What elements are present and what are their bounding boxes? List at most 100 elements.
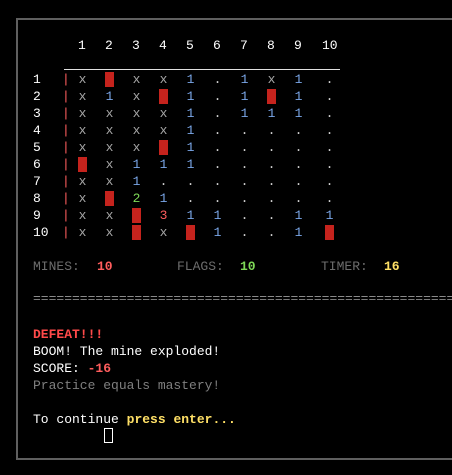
- flag-cell[interactable]: [105, 191, 114, 206]
- board-cell[interactable]: x: [105, 225, 114, 240]
- board-cell[interactable]: x: [78, 225, 87, 240]
- board-cell[interactable]: x: [132, 89, 141, 104]
- board-cell[interactable]: .: [294, 191, 303, 206]
- board-cell[interactable]: 1: [240, 89, 249, 104]
- board-cell[interactable]: x: [132, 72, 141, 87]
- board-cell[interactable]: x: [159, 106, 168, 121]
- board-cell[interactable]: 1: [186, 157, 195, 172]
- board-cell[interactable]: .: [325, 89, 334, 104]
- board-cell[interactable]: .: [294, 140, 303, 155]
- board-cell[interactable]: x: [159, 225, 168, 240]
- flag-cell[interactable]: [78, 157, 87, 172]
- board-cell[interactable]: x: [159, 72, 168, 87]
- board-cell[interactable]: .: [325, 123, 334, 138]
- board-cell[interactable]: x: [105, 208, 114, 223]
- flag-cell[interactable]: [267, 89, 276, 104]
- board-cell[interactable]: 1: [294, 72, 303, 87]
- flag-cell[interactable]: [132, 208, 141, 223]
- board-cell[interactable]: 1: [186, 72, 195, 87]
- board-cell[interactable]: 1: [186, 106, 195, 121]
- board-cell[interactable]: x: [78, 89, 87, 104]
- board-cell[interactable]: .: [267, 140, 276, 155]
- board-cell[interactable]: 1: [240, 106, 249, 121]
- board-cell[interactable]: 1: [132, 174, 141, 189]
- board-cell[interactable]: .: [159, 174, 168, 189]
- board-cell[interactable]: x: [78, 140, 87, 155]
- board-cell[interactable]: x: [159, 123, 168, 138]
- continue-prompt[interactable]: To continue press enter...: [33, 412, 236, 427]
- board-cell[interactable]: x: [132, 106, 141, 121]
- text-cursor[interactable]: [104, 428, 113, 443]
- board-cell[interactable]: .: [213, 174, 222, 189]
- board-cell[interactable]: .: [267, 174, 276, 189]
- board-cell[interactable]: 1: [294, 106, 303, 121]
- board-cell[interactable]: x: [78, 123, 87, 138]
- board-cell[interactable]: .: [325, 157, 334, 172]
- board-cell[interactable]: 1: [159, 157, 168, 172]
- board-cell[interactable]: .: [240, 174, 249, 189]
- board-cell[interactable]: 1: [186, 89, 195, 104]
- board-cell[interactable]: 1: [267, 106, 276, 121]
- board-cell[interactable]: 1: [132, 157, 141, 172]
- board-cell[interactable]: .: [240, 123, 249, 138]
- board-cell[interactable]: .: [186, 174, 195, 189]
- board-cell[interactable]: .: [240, 191, 249, 206]
- board-cell[interactable]: .: [294, 123, 303, 138]
- board-cell[interactable]: 1: [294, 208, 303, 223]
- flag-cell[interactable]: [159, 140, 168, 155]
- flag-cell[interactable]: [132, 225, 141, 240]
- board-cell[interactable]: .: [325, 191, 334, 206]
- board-cell[interactable]: 1: [186, 208, 195, 223]
- board-cell[interactable]: x: [78, 106, 87, 121]
- board-cell[interactable]: .: [213, 123, 222, 138]
- board-cell[interactable]: x: [105, 157, 114, 172]
- board-cell[interactable]: .: [267, 208, 276, 223]
- board-cell[interactable]: .: [294, 174, 303, 189]
- board-cell[interactable]: .: [325, 72, 334, 87]
- board-cell[interactable]: .: [186, 191, 195, 206]
- flag-cell[interactable]: [159, 89, 168, 104]
- board-cell[interactable]: 1: [159, 191, 168, 206]
- board-cell[interactable]: .: [240, 140, 249, 155]
- flag-cell[interactable]: [325, 225, 334, 240]
- board-cell[interactable]: 1: [186, 140, 195, 155]
- board-cell[interactable]: x: [105, 174, 114, 189]
- board-cell[interactable]: .: [294, 157, 303, 172]
- board-cell[interactable]: 1: [213, 225, 222, 240]
- board-cell[interactable]: x: [105, 140, 114, 155]
- board-cell[interactable]: .: [325, 140, 334, 155]
- board-cell[interactable]: 3: [159, 208, 168, 223]
- board-cell[interactable]: .: [213, 140, 222, 155]
- board-cell[interactable]: .: [213, 191, 222, 206]
- board-cell[interactable]: x: [132, 140, 141, 155]
- board-cell[interactable]: 1: [240, 72, 249, 87]
- flag-cell[interactable]: [186, 225, 195, 240]
- board-cell[interactable]: x: [78, 191, 87, 206]
- board-cell[interactable]: 1: [294, 225, 303, 240]
- board-cell[interactable]: 1: [105, 89, 114, 104]
- board-cell[interactable]: .: [325, 174, 334, 189]
- board-cell[interactable]: 1: [213, 208, 222, 223]
- board-cell[interactable]: x: [78, 72, 87, 87]
- board-cell[interactable]: x: [105, 123, 114, 138]
- board-cell[interactable]: 1: [325, 208, 334, 223]
- board-cell[interactable]: x: [132, 123, 141, 138]
- board-cell[interactable]: 1: [186, 123, 195, 138]
- flag-cell[interactable]: [105, 72, 114, 87]
- board-cell[interactable]: .: [240, 225, 249, 240]
- board-cell[interactable]: x: [267, 72, 276, 87]
- board-cell[interactable]: .: [325, 106, 334, 121]
- board-cell[interactable]: .: [267, 225, 276, 240]
- board-cell[interactable]: .: [213, 157, 222, 172]
- board-cell[interactable]: x: [78, 208, 87, 223]
- board-cell[interactable]: .: [267, 191, 276, 206]
- board-cell[interactable]: 1: [294, 89, 303, 104]
- board-cell[interactable]: .: [267, 123, 276, 138]
- board-cell[interactable]: .: [240, 208, 249, 223]
- board-cell[interactable]: .: [213, 72, 222, 87]
- board-cell[interactable]: .: [213, 89, 222, 104]
- board-cell[interactable]: .: [267, 157, 276, 172]
- board-cell[interactable]: .: [240, 157, 249, 172]
- board-cell[interactable]: .: [213, 106, 222, 121]
- board-cell[interactable]: 2: [132, 191, 141, 206]
